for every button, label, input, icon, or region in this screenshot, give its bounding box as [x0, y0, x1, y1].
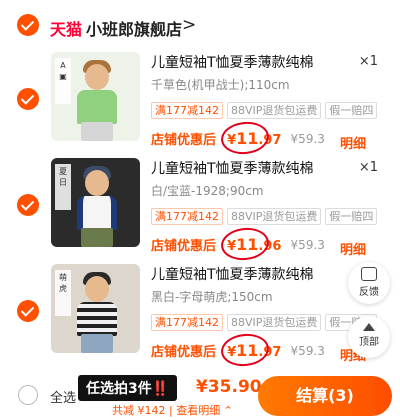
- promo-tag: 88VIP退货包运费: [227, 102, 322, 119]
- cart-store-card: 天猫 小班郎旗舰店 > A ▣ 儿童短袖T恤夏季薄款纯棉 ×1 千草色(机甲战士)…: [0, 0, 400, 375]
- price-circle-annotation: [219, 119, 271, 157]
- original-price: ¥59.3: [290, 237, 325, 252]
- back-to-top-button[interactable]: 顶部: [348, 316, 390, 358]
- product-thumbnail[interactable]: 萌虎: [51, 264, 140, 353]
- item-select-checkbox[interactable]: [17, 194, 39, 216]
- promo-tag: 假一赔四: [325, 102, 378, 119]
- product-thumbnail[interactable]: A ▣: [51, 52, 140, 141]
- promo-tag: 88VIP退货包运费: [227, 314, 322, 331]
- select-all-label[interactable]: 全选: [50, 387, 76, 406]
- item-select-checkbox[interactable]: [17, 88, 39, 110]
- select-all-checkbox[interactable]: [18, 385, 38, 405]
- price-circle-annotation: [219, 225, 271, 263]
- arrow-up-icon: [363, 323, 375, 331]
- price-label: 店铺优惠后: [151, 133, 217, 148]
- product-title[interactable]: 儿童短袖T恤夏季薄款纯棉: [151, 158, 314, 178]
- cart-item[interactable]: 萌虎 儿童短袖T恤夏季薄款纯棉 黑白-字母萌虎;150cm 满177减142 88…: [0, 264, 400, 369]
- total-price: ¥35.90: [196, 377, 262, 397]
- price-label: 店铺优惠后: [151, 345, 217, 360]
- sku-selector[interactable]: 黑白-字母萌虎;150cm: [151, 288, 273, 305]
- price-detail-link[interactable]: 明细: [340, 239, 366, 258]
- chevron-right-icon[interactable]: >: [182, 15, 196, 35]
- cart-item[interactable]: A ▣ 儿童短袖T恤夏季薄款纯棉 ×1 千草色(机甲战士);110cm 满177减…: [0, 52, 400, 157]
- item-select-checkbox[interactable]: [17, 300, 39, 322]
- promo-tags: 满177减142 88VIP退货包运费 假一赔四: [151, 208, 381, 226]
- cart-item[interactable]: 夏日 儿童短袖T恤夏季薄款纯棉 ×1 白/宝蓝-1928;90cm 满177减1…: [0, 158, 400, 263]
- price-detail-link[interactable]: 明细: [340, 133, 366, 152]
- price-row: 店铺优惠后 ¥11.97 ¥59.3: [151, 119, 325, 157]
- back-to-top-label: 顶部: [359, 337, 379, 348]
- promo-tag: 满177减142: [151, 208, 223, 225]
- feedback-icon: [361, 267, 377, 281]
- promo-tag: 满177减142: [151, 314, 223, 331]
- original-price: ¥59.3: [290, 131, 325, 146]
- thumb-badge: 夏日: [55, 164, 71, 210]
- promo-tags: 满177减142 88VIP退货包运费 假一赔四: [151, 102, 381, 120]
- thumb-badge: 萌虎: [55, 270, 71, 316]
- discount-price: ¥11.96: [219, 225, 281, 263]
- store-header[interactable]: 天猫 小班郎旗舰店 >: [0, 0, 400, 50]
- checkout-bar: 全选 任选拍3件‼️ ¥35.90 共减 ¥142 | 查看明细 ⌃ 结算(3): [0, 375, 400, 420]
- tmall-logo: 天猫: [50, 20, 83, 39]
- product-thumbnail[interactable]: 夏日: [51, 158, 140, 247]
- quantity[interactable]: ×1: [359, 160, 378, 175]
- store-select-checkbox[interactable]: [17, 14, 39, 36]
- sku-selector[interactable]: 千草色(机甲战士);110cm: [151, 76, 290, 93]
- promo-tag: 88VIP退货包运费: [227, 208, 322, 225]
- feedback-label: 反馈: [359, 287, 379, 298]
- product-title[interactable]: 儿童短袖T恤夏季薄款纯棉: [151, 264, 314, 284]
- price-row: 店铺优惠后 ¥11.97 ¥59.3: [151, 331, 325, 369]
- price-row: 店铺优惠后 ¥11.96 ¥59.3: [151, 225, 325, 263]
- original-price: ¥59.3: [290, 343, 325, 358]
- quantity[interactable]: ×1: [359, 54, 378, 69]
- discount-price: ¥11.97: [219, 119, 281, 157]
- price-circle-annotation: [219, 331, 271, 369]
- promo-tags: 满177减142 88VIP退货包运费 假一赔四: [151, 314, 381, 332]
- product-title[interactable]: 儿童短袖T恤夏季薄款纯棉: [151, 52, 314, 72]
- store-name[interactable]: 小班郎旗舰店: [86, 16, 182, 40]
- saved-detail-link[interactable]: 共减 ¥142 | 查看明细 ⌃: [112, 402, 233, 418]
- promo-tag: 假一赔四: [325, 208, 378, 225]
- promo-banner: 任选拍3件‼️: [78, 375, 178, 401]
- price-label: 店铺优惠后: [151, 239, 217, 254]
- promo-tag: 满177减142: [151, 102, 223, 119]
- discount-price: ¥11.97: [219, 331, 281, 369]
- feedback-button[interactable]: 反馈: [348, 262, 390, 304]
- thumb-badge: A ▣: [55, 58, 71, 104]
- sku-selector[interactable]: 白/宝蓝-1928;90cm: [151, 182, 264, 199]
- checkout-button[interactable]: 结算(3): [258, 376, 392, 416]
